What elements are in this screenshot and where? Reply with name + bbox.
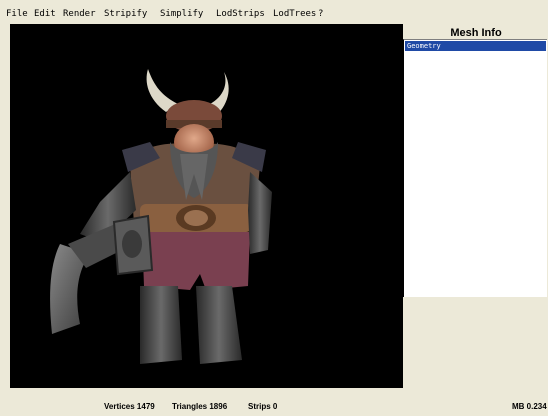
status-triangles: Triangles 1896: [172, 402, 228, 411]
menu-simplify[interactable]: Simplify: [160, 9, 203, 19]
menu-bar: File Edit Render Stripify Simplify LodSt…: [0, 0, 548, 22]
viking-dwarf-model-icon: [50, 69, 272, 364]
menu-lodtrees[interactable]: LodTrees: [273, 9, 316, 19]
menu-lodstrips[interactable]: LodStrips: [216, 9, 265, 19]
list-item[interactable]: Geometry: [405, 41, 546, 51]
menu-stripify[interactable]: Stripify: [104, 9, 147, 19]
render-viewport[interactable]: [10, 24, 403, 388]
panel-title: Mesh Info: [450, 27, 502, 39]
menu-render[interactable]: Render: [63, 9, 96, 19]
menu-file[interactable]: File: [6, 9, 28, 19]
mesh-info-list[interactable]: Geometry: [403, 39, 547, 297]
status-bar: Vertices 1479 Triangles 1896 Strips 0 MB…: [0, 396, 548, 416]
menu-help[interactable]: ?: [318, 9, 323, 19]
menu-edit[interactable]: Edit: [34, 9, 56, 19]
status-strips: Strips 0: [248, 402, 278, 411]
status-mb: MB 0.234: [512, 402, 547, 411]
status-vertices: Vertices 1479: [104, 402, 155, 411]
